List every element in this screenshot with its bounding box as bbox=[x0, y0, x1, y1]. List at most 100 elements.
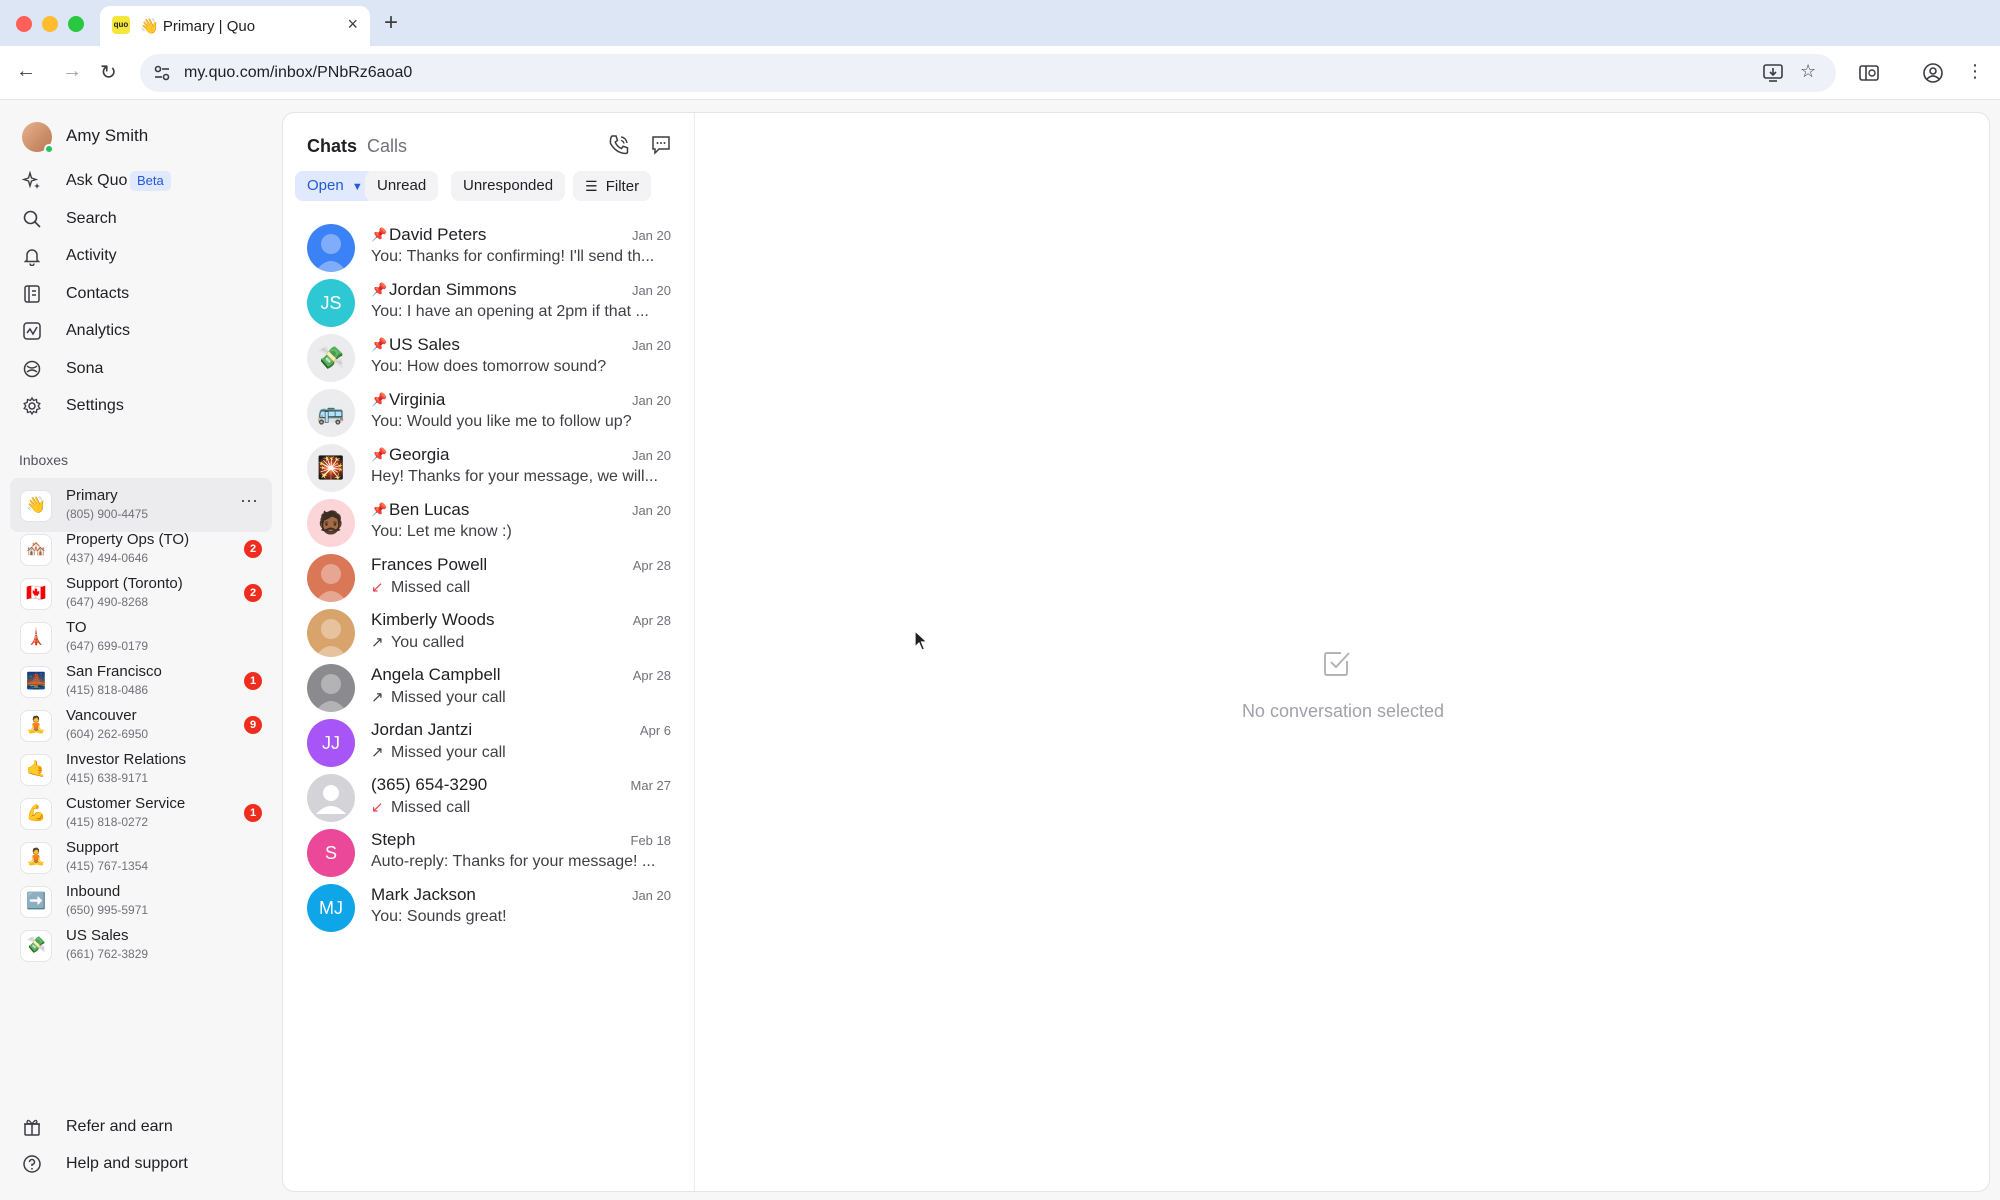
nav-ask-quo[interactable]: Ask Quo Beta bbox=[22, 167, 272, 197]
back-button[interactable]: ← bbox=[16, 60, 36, 83]
preview-text: Missed your call bbox=[391, 744, 506, 761]
main-panel: Chats Calls Open ▼ Unread Unresponded ☰ bbox=[282, 112, 1990, 1192]
unread-count-badge: 2 bbox=[244, 540, 262, 558]
close-window-button[interactable] bbox=[16, 16, 32, 32]
nav-label: Sona bbox=[66, 360, 104, 377]
install-app-icon[interactable] bbox=[1762, 62, 1784, 84]
message-preview: You: Let me know :) bbox=[371, 523, 671, 541]
filter-label: Filter bbox=[605, 178, 640, 195]
help-and-support-link[interactable]: Help and support bbox=[22, 1150, 272, 1180]
contact-name: Virginia bbox=[389, 390, 446, 409]
inbox-name: Customer Service bbox=[66, 795, 186, 812]
preview-text: You: Let me know :) bbox=[371, 523, 512, 540]
contact-avatar: S bbox=[307, 829, 355, 877]
inbox-item[interactable]: 💸 US Sales (661) 762-3829 bbox=[10, 918, 272, 972]
contact-photo bbox=[315, 234, 347, 272]
inbox-phone: (415) 767-1354 bbox=[66, 859, 149, 873]
phone-call-icon[interactable] bbox=[607, 133, 631, 157]
contact-name: Angela Campbell bbox=[371, 665, 501, 684]
message-preview: ↙ Missed call bbox=[371, 578, 671, 597]
new-tab-button[interactable]: + bbox=[384, 9, 398, 37]
side-panel-icon[interactable] bbox=[1858, 62, 1880, 84]
close-tab-icon[interactable]: × bbox=[347, 14, 358, 35]
nav-label: Search bbox=[66, 210, 117, 227]
filter-button[interactable]: ☰ Filter bbox=[573, 171, 652, 201]
contact-name: Frances Powell bbox=[371, 555, 488, 574]
forward-button[interactable]: → bbox=[62, 60, 82, 83]
nav-settings[interactable]: Settings bbox=[22, 392, 272, 422]
conversation-date: Feb 18 bbox=[630, 833, 671, 848]
inbox-phone: (415) 818-0486 bbox=[66, 683, 149, 697]
online-status-icon bbox=[44, 144, 54, 154]
search-icon bbox=[23, 210, 41, 228]
conversation-date: Jan 20 bbox=[631, 393, 671, 408]
nav-sona[interactable]: Sona bbox=[22, 355, 272, 385]
gear-icon bbox=[23, 396, 41, 416]
contact-avatar: MJ bbox=[307, 884, 355, 932]
tab-calls[interactable]: Calls bbox=[367, 136, 407, 157]
sidebar: Amy Smith Ask Quo Beta Search Activity C… bbox=[0, 100, 282, 1200]
message-preview: You: How does tomorrow sound? bbox=[371, 358, 671, 376]
footer-label: Refer and earn bbox=[66, 1118, 173, 1135]
contact-photo bbox=[315, 564, 347, 602]
minimize-window-button[interactable] bbox=[42, 16, 58, 32]
conversation-item[interactable]: MJ Mark Jackson Jan 20 You: Sounds great! bbox=[283, 873, 695, 943]
preview-text: You: Thanks for confirming! I'll send th… bbox=[371, 248, 655, 265]
filter-open-dropdown[interactable]: Open ▼ bbox=[295, 171, 375, 201]
conversation-date: Jan 20 bbox=[631, 283, 671, 298]
empty-state: No conversation selected bbox=[695, 113, 1989, 1191]
conversation-date: Jan 20 bbox=[631, 888, 671, 903]
inbox-name: Investor Relations bbox=[66, 751, 187, 768]
browser-tab[interactable]: quo 👋 Primary | Quo × bbox=[100, 6, 370, 46]
contact-photo bbox=[315, 674, 347, 712]
preview-text: You called bbox=[391, 634, 465, 651]
maximize-window-button[interactable] bbox=[68, 16, 84, 32]
filter-unread[interactable]: Unread bbox=[365, 171, 439, 201]
message-preview: ↙ Missed call bbox=[371, 798, 671, 817]
conversation-date: Jan 20 bbox=[631, 448, 671, 463]
inbox-phone: (604) 262-6950 bbox=[66, 727, 149, 741]
nav-contacts[interactable]: Contacts bbox=[22, 280, 272, 310]
new-message-icon[interactable] bbox=[649, 133, 673, 157]
address-bar[interactable]: my.quo.com/inbox/PNbRz6aoa0 bbox=[140, 54, 1836, 92]
nav-analytics[interactable]: Analytics bbox=[22, 317, 272, 347]
conversation-list-pane: Chats Calls Open ▼ Unread Unresponded ☰ bbox=[283, 113, 695, 1191]
preview-text: Missed your call bbox=[391, 689, 506, 706]
contact-name: US Sales bbox=[389, 335, 460, 354]
preview-text: You: Would you like me to follow up? bbox=[371, 413, 632, 430]
tab-chats[interactable]: Chats bbox=[307, 136, 357, 157]
refer-and-earn-link[interactable]: Refer and earn bbox=[22, 1113, 272, 1143]
unread-count-badge: 2 bbox=[244, 584, 262, 602]
nav-search[interactable]: Search bbox=[22, 205, 272, 235]
inbox-name: San Francisco bbox=[66, 663, 162, 680]
message-preview: You: I have an opening at 2pm if that ..… bbox=[371, 303, 671, 321]
analytics-icon bbox=[23, 322, 41, 340]
pin-icon: 📌 bbox=[371, 392, 388, 407]
preview-text: Missed call bbox=[391, 579, 471, 596]
inbox-name: Support bbox=[66, 839, 119, 856]
pin-icon: 📌 bbox=[371, 447, 388, 462]
message-preview: ↗ Missed your call bbox=[371, 688, 671, 707]
inbox-name: TO bbox=[66, 619, 87, 636]
inbox-emoji-icon: 🧘 bbox=[20, 842, 52, 874]
mouse-cursor-icon bbox=[914, 630, 929, 651]
message-preview: You: Sounds great! bbox=[371, 908, 671, 926]
more-options-icon[interactable]: ··· bbox=[240, 490, 258, 511]
missed-call-arrow-icon: ↙ bbox=[371, 579, 384, 596]
bookmark-star-icon[interactable]: ☆ bbox=[1800, 61, 1816, 82]
inbox-name: Primary bbox=[66, 487, 118, 504]
site-settings-icon[interactable] bbox=[152, 63, 172, 83]
tab-title: 👋 Primary | Quo bbox=[140, 18, 256, 35]
inbox-phone: (415) 638-9171 bbox=[66, 771, 149, 785]
nav-activity[interactable]: Activity bbox=[22, 242, 272, 272]
conversation-date: Apr 6 bbox=[639, 723, 671, 738]
profile-icon[interactable] bbox=[1922, 62, 1944, 84]
contact-avatar bbox=[307, 774, 355, 822]
browser-toolbar: ← → ↻ my.quo.com/inbox/PNbRz6aoa0 ☆ ⋮ bbox=[0, 46, 2000, 100]
filter-unresponded[interactable]: Unresponded bbox=[451, 171, 566, 201]
unread-count-badge: 1 bbox=[244, 672, 262, 690]
preview-text: Hey! Thanks for your message, we will... bbox=[371, 468, 658, 485]
browser-menu-icon[interactable]: ⋮ bbox=[1966, 61, 1984, 82]
inbox-emoji-icon: 👋 bbox=[20, 490, 52, 522]
reload-button[interactable]: ↻ bbox=[100, 60, 117, 85]
